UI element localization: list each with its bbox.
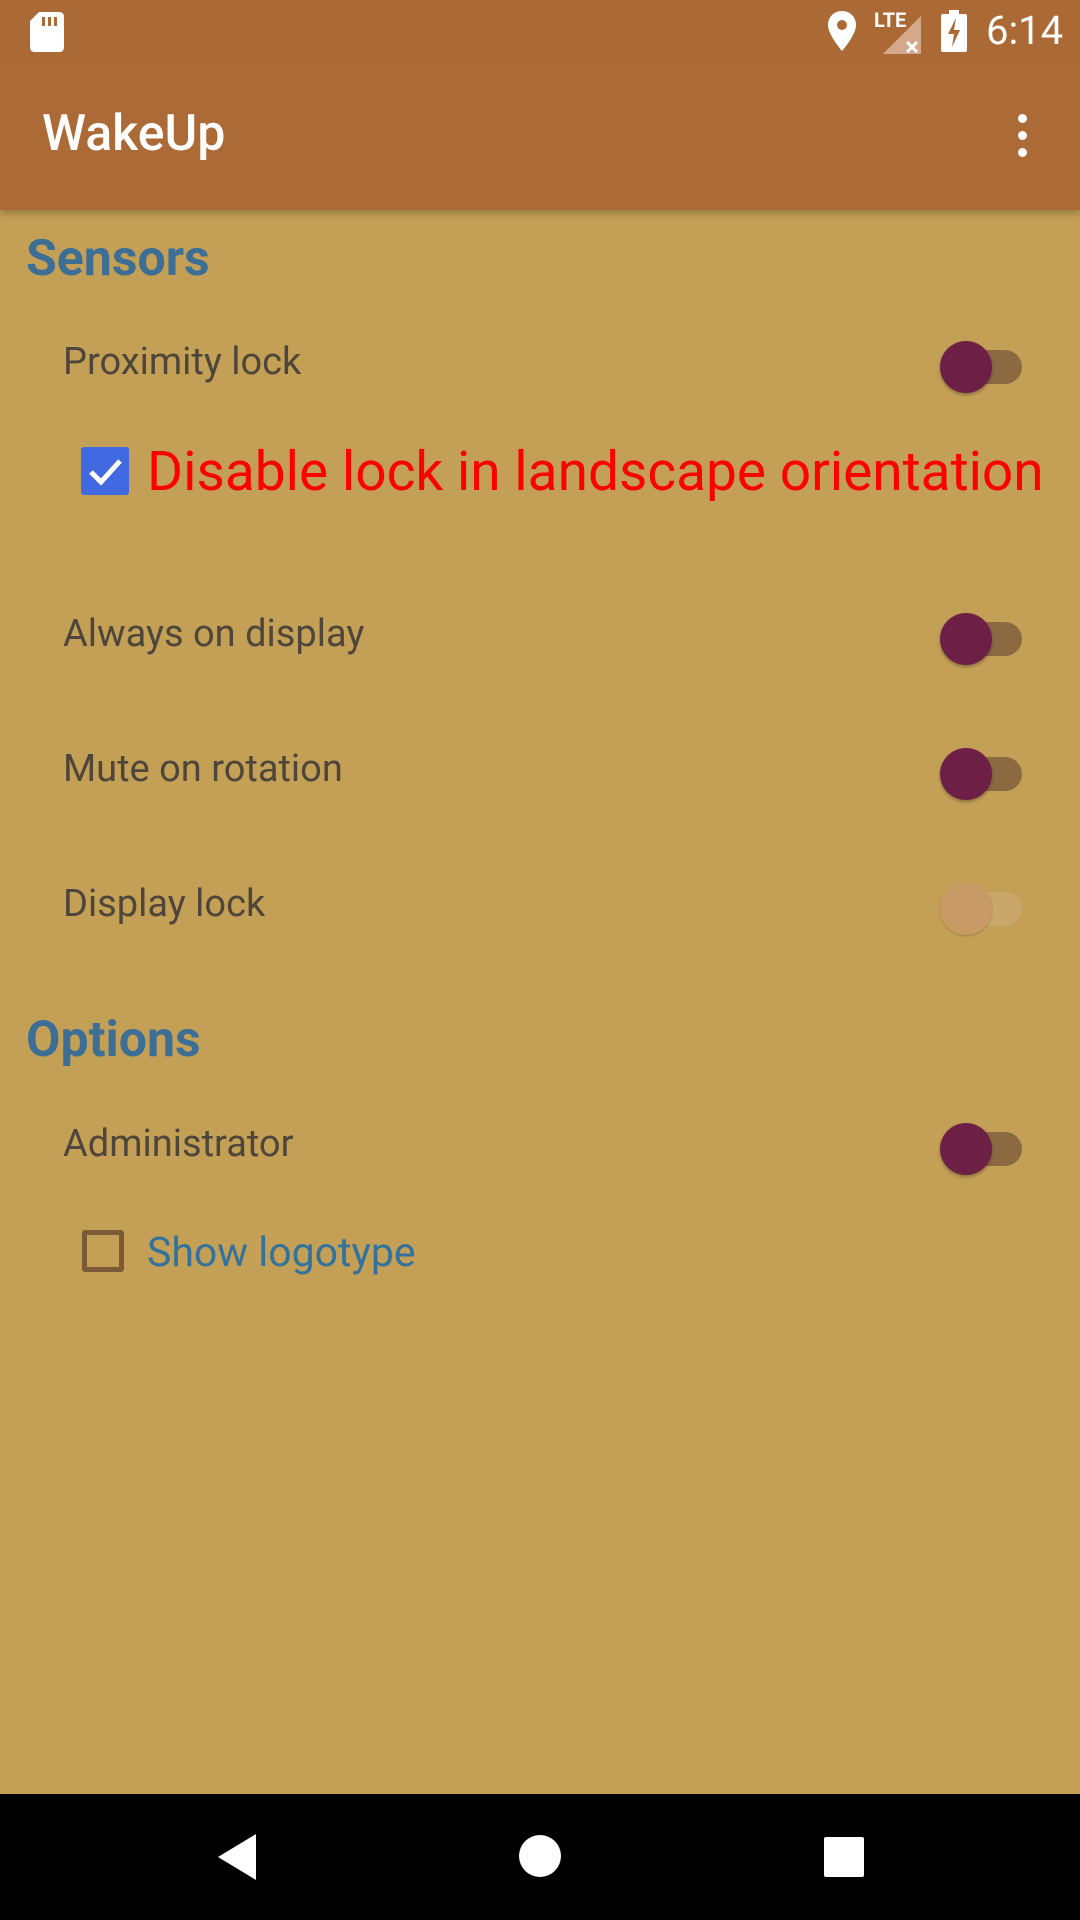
display-lock-toggle [940,874,1024,935]
location-icon [828,11,856,51]
app-bar: WakeUp [0,63,1080,210]
display-lock-label: Display lock [63,882,266,926]
disable-landscape-label: Disable lock in landscape orientation [147,440,1044,504]
proximity-lock-label: Proximity lock [63,340,302,384]
checkmark-icon [89,459,122,486]
status-time: 6:14 [986,7,1064,54]
recents-icon[interactable] [823,1836,865,1878]
sd-card-icon [30,12,64,52]
app-title: WakeUp [42,105,226,163]
administrator-toggle[interactable] [940,1114,1024,1175]
navigation-bar [0,1794,1080,1920]
always-on-display-toggle[interactable] [940,604,1024,665]
home-icon[interactable] [518,1834,562,1878]
always-on-display-label: Always on display [63,612,365,656]
mute-on-rotation-label: Mute on rotation [63,747,343,791]
lte-signal-icon [883,16,921,54]
battery-charging-icon [941,10,967,52]
administrator-label: Administrator [63,1122,294,1166]
back-icon[interactable] [214,1832,260,1882]
more-vert-icon[interactable] [1000,103,1044,167]
mute-on-rotation-toggle[interactable] [940,739,1024,800]
section-header-options: Options [26,1011,201,1069]
disable-landscape-checkbox[interactable] [81,447,129,495]
show-logotype-checkbox[interactable] [82,1230,124,1272]
show-logotype-label: Show logotype [147,1229,416,1277]
proximity-lock-toggle[interactable] [940,332,1024,393]
section-header-sensors: Sensors [26,230,210,288]
status-bar: LTE 6:14 [0,0,1080,63]
